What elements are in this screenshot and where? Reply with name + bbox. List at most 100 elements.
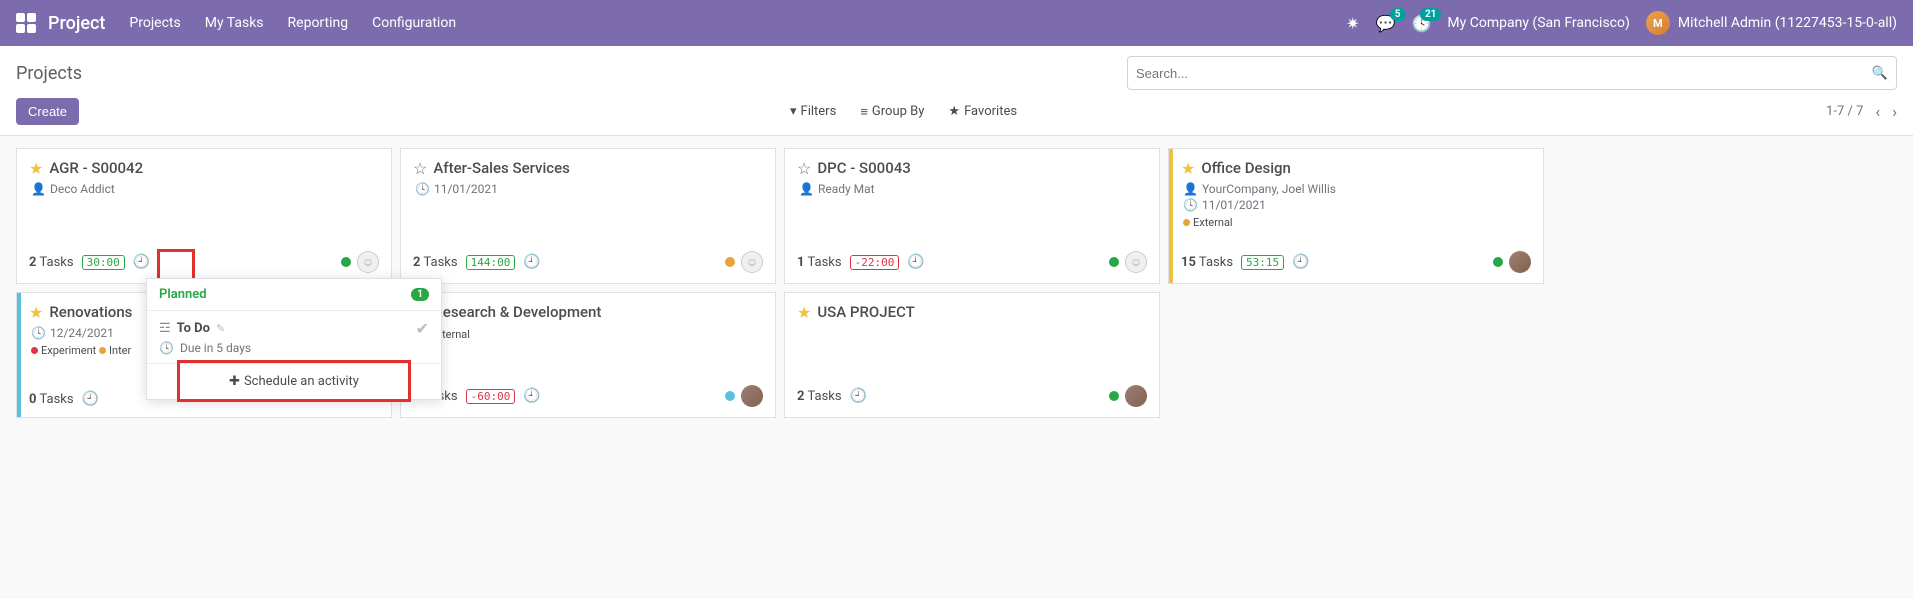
search-icon[interactable]: 🔍 (1872, 66, 1888, 81)
apps-icon[interactable] (16, 13, 36, 33)
bug-icon[interactable]: ✷ (1346, 14, 1359, 33)
groupby-button[interactable]: ≡Group By (860, 104, 924, 120)
task-count[interactable]: 2 Tasks (29, 255, 74, 270)
activity-clock-icon[interactable]: 🕘 (907, 254, 924, 270)
nav-my-tasks[interactable]: My Tasks (205, 15, 264, 31)
project-title: After-Sales Services (433, 159, 570, 177)
status-dot[interactable] (725, 257, 735, 267)
list-icon: ☲ (159, 321, 171, 336)
done-icon[interactable]: ✔ (416, 319, 429, 338)
project-card[interactable]: ★ AGR - S00042 👤 Deco Addict 2 Tasks 30:… (16, 148, 392, 284)
filters-button[interactable]: ▾Filters (790, 104, 836, 120)
avatar-icon[interactable] (1125, 385, 1147, 407)
project-title: Office Design (1201, 159, 1291, 177)
project-customer: 👤 YourCompany, Joel Willis (1183, 182, 1531, 196)
nav-configuration[interactable]: Configuration (372, 15, 456, 31)
project-card[interactable]: ☆ DPC - S00043 👤 Ready Mat 1 Tasks -22:0… (784, 148, 1160, 284)
activity-clock-icon[interactable]: 🕘 (1292, 254, 1309, 270)
search-box[interactable]: 🔍 (1127, 56, 1897, 90)
star-icon[interactable]: ☆ (797, 159, 811, 178)
messages-icon[interactable]: 💬5 (1376, 14, 1396, 33)
activity-clock-icon[interactable]: 🕘 (133, 254, 150, 270)
person-icon: 👤 (799, 182, 814, 196)
avatar-icon[interactable]: ☺ (357, 251, 379, 273)
favorites-button[interactable]: ★Favorites (948, 104, 1017, 120)
activity-popover: Planned 1 ☲ To Do ✎ ✔ 🕓 Due in 5 days ✚ … (146, 278, 442, 400)
avatar-icon[interactable] (1509, 251, 1531, 273)
project-title: AGR - S00042 (49, 159, 143, 177)
star-icon[interactable]: ★ (29, 159, 43, 178)
tag-dot (1183, 219, 1190, 226)
nav-reporting[interactable]: Reporting (288, 15, 349, 31)
avatar-icon[interactable]: ☺ (1125, 251, 1147, 273)
task-count[interactable]: 2 Tasks (413, 255, 458, 270)
hours-badge: 53:15 (1241, 255, 1284, 270)
activity-clock-icon[interactable]: 🕘 (523, 254, 540, 270)
status-dot[interactable] (725, 391, 735, 401)
plus-icon: ✚ (229, 374, 240, 389)
hours-badge: 144:00 (466, 255, 516, 270)
activities-badge: 21 (1420, 8, 1441, 21)
activity-clock-icon[interactable]: 🕘 (82, 391, 99, 407)
activity-clock-icon[interactable]: 🕘 (523, 388, 540, 404)
card-color-bar (17, 293, 21, 417)
star-icon[interactable]: ☆ (413, 159, 427, 178)
clock-icon: 🕓 (31, 326, 46, 340)
project-tags: Internal (433, 328, 763, 341)
project-title: Research & Development (433, 303, 601, 321)
nav-projects[interactable]: Projects (129, 15, 180, 31)
messages-badge: 5 (1390, 8, 1406, 21)
user-name: Mitchell Admin (11227453-15-0-all) (1678, 15, 1897, 31)
project-card[interactable]: ★ USA PROJECT 2 Tasks 🕘 (784, 292, 1160, 418)
pager-next-icon[interactable]: › (1892, 102, 1897, 121)
project-date: 🕓 11/01/2021 (415, 182, 763, 196)
avatar-icon[interactable] (741, 385, 763, 407)
breadcrumb: Projects (16, 63, 82, 84)
star-icon[interactable]: ★ (29, 303, 43, 322)
hours-badge: -60:00 (466, 389, 516, 404)
star-icon: ★ (948, 104, 960, 119)
status-dot[interactable] (341, 257, 351, 267)
filter-icon: ▾ (790, 104, 797, 119)
project-card[interactable]: ☆ After-Sales Services 🕓 11/01/2021 2 Ta… (400, 148, 776, 284)
create-button[interactable]: Create (16, 98, 79, 125)
popover-title: Planned (159, 287, 207, 302)
task-count[interactable]: 2 Tasks (797, 389, 842, 404)
company-switcher[interactable]: My Company (San Francisco) (1447, 15, 1629, 31)
clock-icon: 🕓 (1183, 198, 1198, 212)
person-icon: 👤 (31, 182, 46, 196)
project-title: Renovations (49, 303, 132, 321)
user-menu[interactable]: M Mitchell Admin (11227453-15-0-all) (1646, 11, 1897, 35)
clock-icon: 🕓 (415, 182, 430, 196)
due-text: Due in 5 days (180, 341, 251, 355)
star-icon[interactable]: ★ (797, 303, 811, 322)
tag-dot (99, 347, 106, 354)
groupby-icon: ≡ (860, 104, 868, 120)
project-title: DPC - S00043 (817, 159, 910, 177)
task-count[interactable]: 15 Tasks (1181, 255, 1233, 270)
activities-icon[interactable]: 🕓21 (1412, 14, 1432, 33)
pager-prev-icon[interactable]: ‹ (1875, 102, 1880, 121)
task-count[interactable]: 1 Tasks (797, 255, 842, 270)
status-dot[interactable] (1109, 257, 1119, 267)
person-icon: 👤 (1183, 182, 1198, 196)
project-card[interactable]: ★ Research & Development Internal 2 Task… (400, 292, 776, 418)
project-title: USA PROJECT (817, 303, 914, 321)
activity-type: To Do (177, 321, 210, 336)
status-dot[interactable] (1493, 257, 1503, 267)
project-customer: 👤 Deco Addict (31, 182, 379, 196)
card-color-bar (1169, 149, 1173, 283)
edit-icon[interactable]: ✎ (216, 322, 225, 335)
avatar-icon[interactable]: ☺ (741, 251, 763, 273)
project-card[interactable]: ★ Office Design 👤 YourCompany, Joel Will… (1168, 148, 1544, 284)
activity-clock-icon[interactable]: 🕘 (850, 388, 867, 404)
schedule-activity-button[interactable]: ✚ Schedule an activity (147, 363, 441, 399)
task-count[interactable]: 0 Tasks (29, 392, 74, 407)
project-customer: 👤 Ready Mat (799, 182, 1147, 196)
popover-count-badge: 1 (411, 288, 429, 301)
hours-badge: 30:00 (82, 255, 125, 270)
status-dot[interactable] (1109, 391, 1119, 401)
user-avatar-icon: M (1646, 11, 1670, 35)
star-icon[interactable]: ★ (1181, 159, 1195, 178)
search-input[interactable] (1136, 58, 1872, 88)
